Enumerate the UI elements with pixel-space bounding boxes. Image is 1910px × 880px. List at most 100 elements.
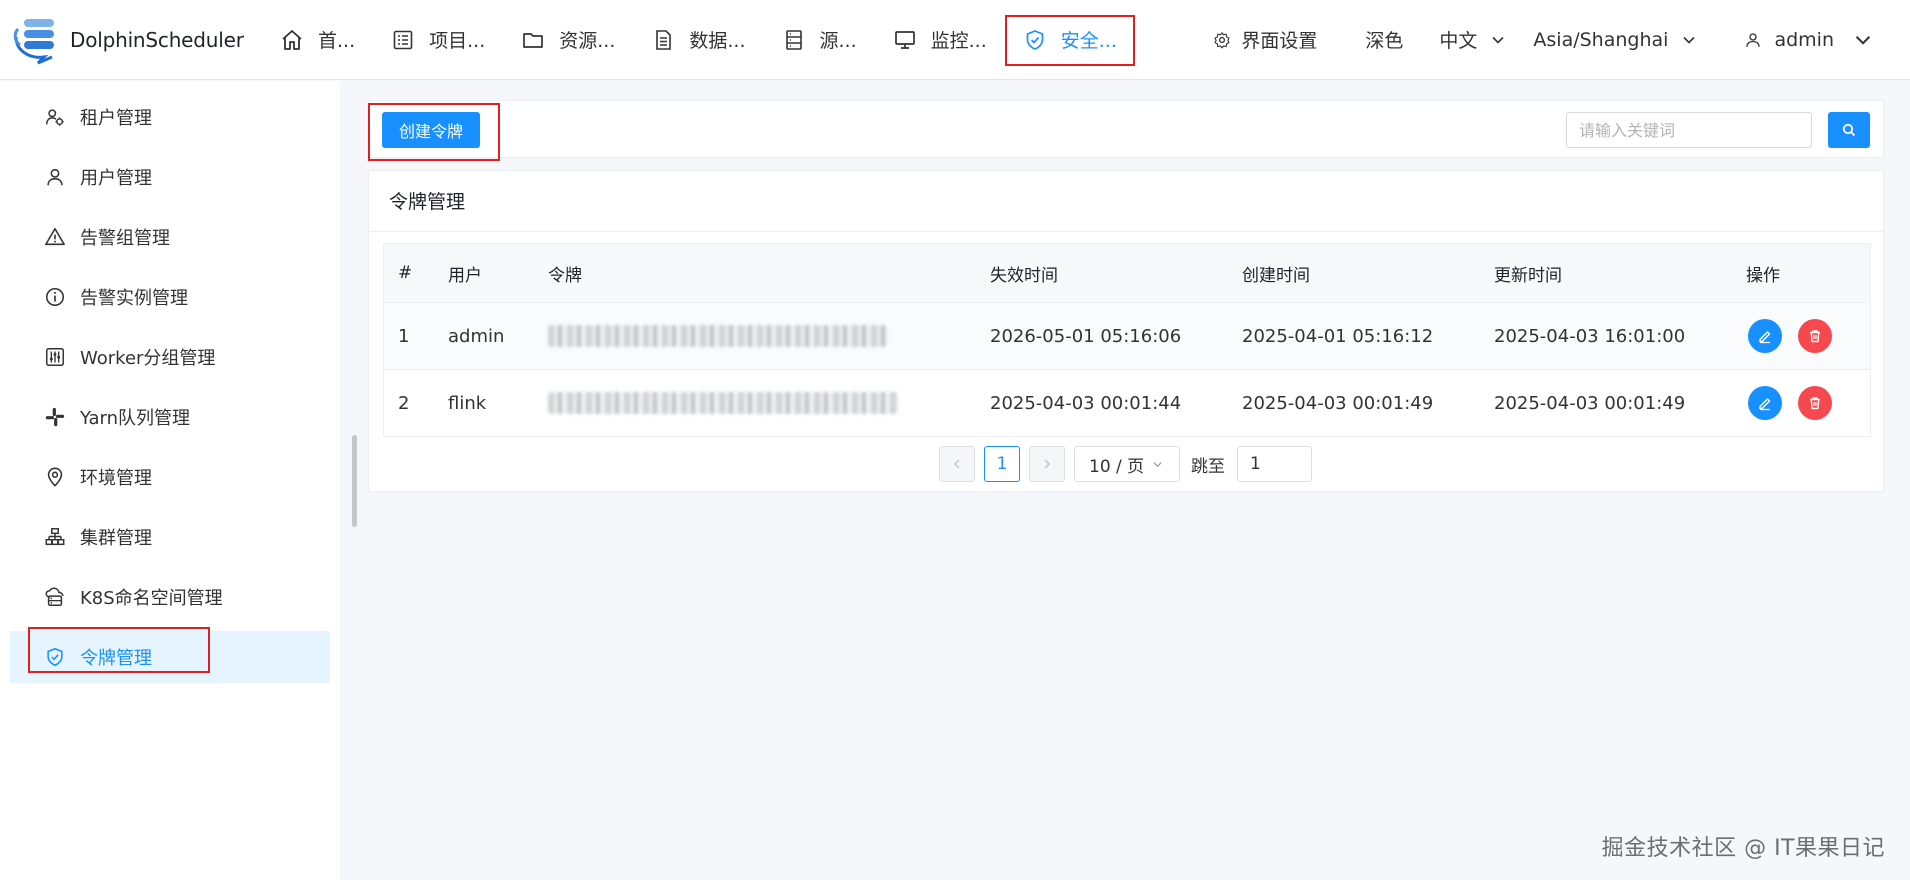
chevron-down-icon xyxy=(1855,35,1871,45)
edit-icon xyxy=(1759,331,1771,344)
blurred-token xyxy=(548,392,898,414)
chevron-down-icon xyxy=(1492,36,1504,44)
row-token-redacted xyxy=(548,303,888,369)
table-row: 2 flink 2025-04-03 00:01:44 2025-04-03 0… xyxy=(384,369,1870,436)
sidebar-item-k8s-namespace[interactable]: K8S命名空间管理 xyxy=(10,571,330,623)
next-page-button[interactable] xyxy=(1029,446,1065,482)
row-expire-time: 2025-04-03 00:01:44 xyxy=(990,392,1182,414)
column-header: 令牌 xyxy=(548,265,582,286)
row-index: 1 xyxy=(398,325,410,347)
table-row: 1 admin 2026-05-01 05:16:06 2025-04-01 0… xyxy=(384,302,1870,369)
sidebar-item-label: 用户管理 xyxy=(80,168,152,189)
user-icon xyxy=(47,168,63,186)
top-header: DolphinScheduler 首... 项目... 资源... 数据... … xyxy=(0,0,1910,80)
column-header: 失效时间 xyxy=(990,265,1058,286)
sidebar-item-worker-group[interactable]: Worker分组管理 xyxy=(10,331,330,383)
app-logo[interactable]: DolphinScheduler xyxy=(12,15,262,65)
tenant-icon xyxy=(46,109,64,126)
monitor-icon xyxy=(894,30,915,49)
sidebar-item-token[interactable]: 令牌管理 xyxy=(10,627,330,683)
column-header: 操作 xyxy=(1746,265,1780,286)
nav-data[interactable]: 数据... xyxy=(633,0,763,80)
prev-page-button[interactable] xyxy=(939,446,975,482)
sidebar-item-label: K8S命名空间管理 xyxy=(80,588,223,609)
project-list-icon xyxy=(393,30,413,49)
pagination: 1 10 / 页 跳至 xyxy=(369,446,1883,482)
sidebar-item-yarn-queue[interactable]: Yarn队列管理 xyxy=(10,391,330,443)
theme-toggle[interactable]: 深色 xyxy=(1365,26,1403,53)
card-title: 令牌管理 xyxy=(389,191,466,213)
user-name: admin xyxy=(1774,28,1834,51)
jump-page-input[interactable] xyxy=(1237,446,1312,482)
row-create-time: 2025-04-03 00:01:49 xyxy=(1242,392,1434,414)
sidebar-item-cluster[interactable]: 集群管理 xyxy=(10,511,330,563)
sidebar-item-label: Worker分组管理 xyxy=(80,348,216,369)
gear-icon xyxy=(1214,31,1230,48)
sidebar-item-alert-instance[interactable]: 告警实例管理 xyxy=(10,271,330,323)
delete-button[interactable] xyxy=(1798,319,1832,353)
sidebar-item-label: 集群管理 xyxy=(80,528,152,549)
sidebar-item-alert-group[interactable]: 告警组管理 xyxy=(10,211,330,263)
dolphin-logo-icon xyxy=(13,18,54,64)
search-icon xyxy=(1842,123,1856,137)
sidebar-item-label: 租户管理 xyxy=(80,108,152,129)
data-file-icon xyxy=(656,29,672,50)
row-expire-time: 2026-05-01 05:16:06 xyxy=(990,325,1182,347)
warning-icon xyxy=(45,227,65,246)
nav-resource[interactable]: 资源... xyxy=(503,0,633,80)
row-index: 2 xyxy=(398,392,410,414)
column-header: # xyxy=(398,263,413,283)
folder-icon xyxy=(523,32,544,48)
page-number-button[interactable]: 1 xyxy=(984,446,1020,482)
sidebar-item-environment[interactable]: 环境管理 xyxy=(10,451,330,503)
search-input[interactable] xyxy=(1566,112,1812,148)
chevron-down-icon xyxy=(1153,461,1162,467)
user-menu[interactable]: admin xyxy=(1724,29,1884,51)
table-header: # 用户 令牌 失效时间 创建时间 更新时间 操作 xyxy=(384,244,1870,302)
app-name: DolphinScheduler xyxy=(70,27,244,52)
trash-icon xyxy=(1810,330,1820,343)
cluster-icon xyxy=(45,528,65,546)
row-token-redacted xyxy=(548,370,898,436)
info-icon xyxy=(45,287,65,307)
divider xyxy=(369,231,1883,232)
token-card: 令牌管理 # 用户 令牌 失效时间 创建时间 更新时间 操作 1 admin 2… xyxy=(368,170,1884,492)
delete-button[interactable] xyxy=(1798,386,1832,420)
nav-security[interactable]: 安全... xyxy=(1004,0,1136,80)
nav-home-label: 首... xyxy=(318,30,356,52)
row-user: admin xyxy=(448,325,505,347)
nav-home[interactable]: 首... xyxy=(262,0,373,80)
chevron-left-icon xyxy=(953,459,960,469)
sidebar-item-tenant[interactable]: 租户管理 xyxy=(10,91,330,143)
page-size-value: 10 / 页 xyxy=(1089,456,1145,477)
nav-project[interactable]: 项目... xyxy=(373,0,503,80)
nav-monitor[interactable]: 监控... xyxy=(875,0,1005,80)
create-token-button[interactable]: 创建令牌 xyxy=(382,112,480,148)
nav-resource-label: 资源... xyxy=(559,30,616,52)
sidebar-item-label: 告警组管理 xyxy=(80,228,170,249)
nav-datasource[interactable]: 源... xyxy=(764,0,875,80)
edit-button[interactable] xyxy=(1748,386,1782,420)
sidebar: 租户管理 用户管理 告警组管理 告警实例管理 Worker分组管理 Yarn队列… xyxy=(0,81,340,880)
jump-label: 跳至 xyxy=(1191,456,1225,477)
sidebar-scrollbar[interactable] xyxy=(352,435,357,527)
search-button[interactable] xyxy=(1828,112,1870,148)
language-select[interactable]: 中文 xyxy=(1439,26,1505,53)
language-value: 中文 xyxy=(1439,30,1478,52)
datasource-icon xyxy=(785,29,802,50)
timezone-select[interactable]: Asia/Shanghai xyxy=(1533,29,1696,51)
shield-check-icon xyxy=(1026,29,1044,50)
column-header: 创建时间 xyxy=(1242,265,1310,286)
blurred-token xyxy=(548,325,888,347)
sidebar-item-user[interactable]: 用户管理 xyxy=(10,151,330,203)
user-icon xyxy=(1746,32,1761,47)
ui-settings-button[interactable]: 界面设置 xyxy=(1213,26,1317,53)
nav-data-label: 数据... xyxy=(689,30,746,52)
nav-monitor-label: 监控... xyxy=(930,30,987,52)
page-size-select[interactable]: 10 / 页 xyxy=(1074,446,1180,482)
trash-icon xyxy=(1810,397,1820,410)
chevron-right-icon xyxy=(1044,459,1051,469)
row-create-time: 2025-04-01 05:16:12 xyxy=(1242,325,1434,347)
watermark-text: 掘金技术社区 @ IT果果日记 xyxy=(1601,836,1885,861)
edit-button[interactable] xyxy=(1748,319,1782,353)
